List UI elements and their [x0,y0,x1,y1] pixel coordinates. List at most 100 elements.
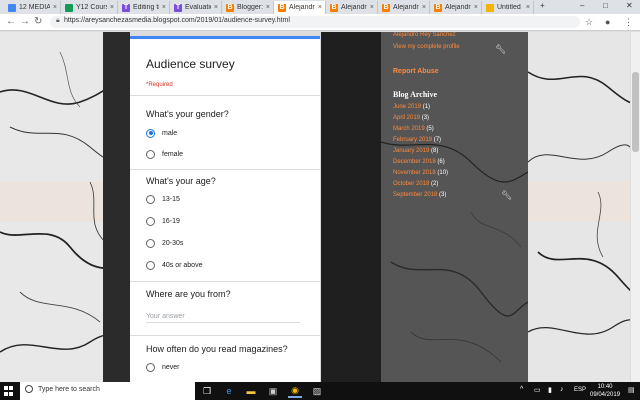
task-view-icon[interactable]: ❐ [200,384,214,398]
store-icon[interactable]: ▣ [266,384,280,398]
scrollbar-thumb[interactable] [632,72,639,152]
close-icon[interactable]: × [53,4,57,11]
archive-count: (7) [433,137,442,143]
address-bar[interactable]: 🔒︎ https://areysanchezasmedia.blogspot.c… [50,16,580,28]
page-scrollbar[interactable] [630,32,640,382]
radio-20-30s[interactable] [146,238,155,248]
archive-item[interactable]: June 2019 (1) [393,104,430,110]
archive-item[interactable]: March 2019 (5) [393,126,434,132]
file-explorer-icon[interactable]: ▬ [244,384,258,398]
radio-never[interactable] [146,362,155,372]
volume-icon[interactable]: ♪ [560,386,564,393]
tab-alejandro-4[interactable]: B Alejandro × [430,1,482,14]
archive-item[interactable]: January 2019 (8) [393,148,438,154]
close-icon[interactable]: × [162,4,166,11]
tab-alejandro-3[interactable]: B Alejandro × [378,1,430,14]
close-window-icon[interactable]: ✕ [626,1,633,10]
close-icon[interactable]: × [214,4,218,11]
close-icon[interactable]: × [110,4,114,11]
option-16-19[interactable]: 16-19 [146,215,180,227]
browser-toolbar: ← → ↻ 🔒︎ https://areysanchezasmedia.blog… [0,14,640,31]
reload-icon[interactable]: ↻ [34,16,42,27]
option-male[interactable]: male [146,127,177,139]
maximize-icon[interactable]: □ [603,1,608,10]
tab-label: Y12 Cours [76,4,107,11]
archive-item[interactable]: April 2019 (3) [393,115,429,121]
notifications-icon[interactable]: ▤ [628,386,635,394]
option-13-15[interactable]: 13-15 [146,193,180,205]
profile-name-link[interactable]: Alejandro Rey Sanchez [393,32,456,38]
radio-female[interactable] [146,149,155,159]
tab-evaluation[interactable]: T Evaluation × [170,1,222,14]
archive-label[interactable]: September 2018 [393,192,437,198]
tab-y12-course[interactable]: Y12 Cours × [61,1,118,14]
archive-label[interactable]: April 2019 [393,115,420,121]
archive-label[interactable]: December 2018 [393,159,436,165]
close-icon[interactable]: × [422,4,426,11]
new-tab-button[interactable]: + [540,1,545,10]
report-abuse-link[interactable]: Report Abuse [393,68,439,75]
minimize-icon[interactable]: – [580,1,584,10]
tab-alejandro-active[interactable]: B Alejandro × [274,1,326,14]
blogger-icon: B [278,3,286,12]
archive-label[interactable]: March 2019 [393,126,425,132]
close-icon[interactable]: × [474,4,478,11]
windows-start-icon[interactable] [4,386,14,396]
wrench-icon[interactable]: 🔧︎ [501,190,512,201]
view-profile-link[interactable]: View my complete profile [393,44,460,50]
blog-archive-title: Blog Archive [393,90,438,99]
archive-item[interactable]: February 2019 (7) [393,137,441,143]
forward-icon[interactable]: → [20,16,30,27]
divider [130,95,320,96]
archive-item[interactable]: September 2018 (3) [393,192,446,198]
close-icon[interactable]: × [266,4,270,11]
star-icon[interactable]: ☆ [585,17,593,28]
option-40s-or-above[interactable]: 40s or above [146,259,202,271]
radio-13-15[interactable] [146,194,155,204]
battery-icon[interactable]: ▮ [548,386,552,394]
tab-editing[interactable]: T Editing ti × [118,1,170,14]
location-answer-input[interactable] [146,311,300,323]
radio-16-19[interactable] [146,216,155,226]
radio-40s-or-above[interactable] [146,260,155,270]
option-label: never [162,363,180,371]
archive-item[interactable]: October 2018 (2) [393,181,438,187]
option-female[interactable]: female [146,148,183,160]
archive-item[interactable]: November 2018 (10) [393,170,448,176]
menu-icon[interactable]: ⋮ [624,17,633,28]
archive-label[interactable]: February 2019 [393,137,432,143]
taskbar-search-box[interactable]: Type here to search [20,382,195,400]
option-never[interactable]: never [146,361,180,373]
archive-item[interactable]: December 2018 (6) [393,159,445,165]
language-indicator[interactable]: ESP [574,387,586,393]
blogger-icon: B [226,3,234,12]
close-icon[interactable]: × [526,4,530,11]
close-icon[interactable]: × [318,4,322,11]
archive-label[interactable]: October 2018 [393,181,429,187]
close-icon[interactable]: × [370,4,374,11]
chevron-up-icon[interactable]: ^ [520,386,523,393]
tab-blogger[interactable]: B Blogger: Al × [222,1,274,14]
archive-label[interactable]: June 2019 [393,104,421,110]
tab-alejandro-2[interactable]: B Alejandro × [326,1,378,14]
option-label: 40s or above [162,261,203,269]
network-icon[interactable]: ▭ [534,386,541,394]
archive-label[interactable]: November 2018 [393,170,436,176]
archive-label[interactable]: January 2019 [393,148,429,154]
search-placeholder: Type here to search [38,386,100,393]
photos-icon[interactable]: ▨ [310,384,324,398]
wrench-icon[interactable]: 🔧︎ [495,44,506,55]
option-20-30s[interactable]: 20-30s [146,237,183,249]
radio-male[interactable] [146,128,155,138]
edge-icon[interactable]: e [222,384,236,398]
tab-12-media[interactable]: 12 MEDIA × [4,1,61,14]
back-icon[interactable]: ← [6,16,16,27]
extension-icon[interactable]: ● [605,17,610,27]
taskbar-clock[interactable]: 10:40 09/04/2019 [590,383,620,399]
tab-untitled[interactable]: Untitled p × [482,1,534,14]
question-magazines: How often do you read magazines? [146,344,288,354]
option-label: 16-19 [162,217,180,225]
chrome-icon[interactable]: ◉ [288,384,302,398]
tab-label: Alejandro [341,4,367,11]
tab-label: Evaluation [185,4,211,11]
